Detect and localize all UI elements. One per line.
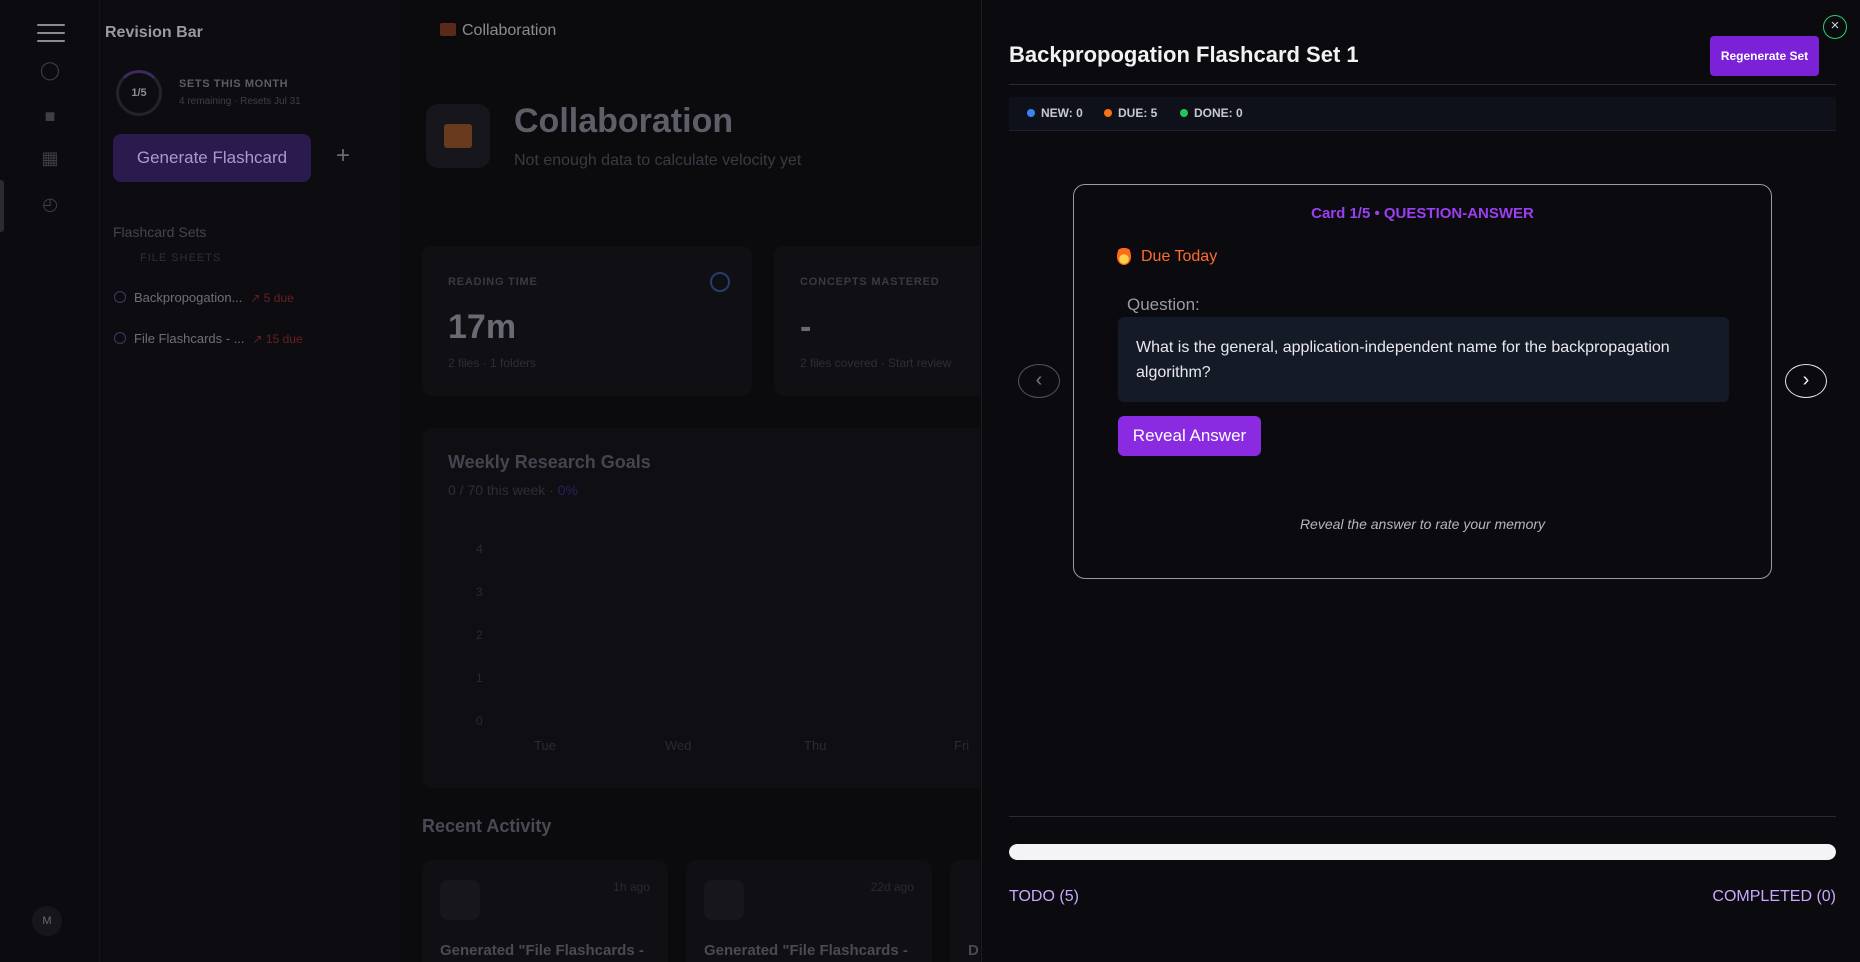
status-dot <box>1180 109 1188 117</box>
avatar[interactable]: M <box>32 906 62 936</box>
progress-bar <box>1009 844 1836 860</box>
activity-text: Generated "File Flashcards - <box>440 942 644 959</box>
reveal-hint: Reveal the answer to rate your memory <box>1299 516 1546 532</box>
document-icon <box>440 880 480 920</box>
stat-done: DONE: 0 <box>1180 106 1243 120</box>
recent-activity-heading: Recent Activity <box>422 816 552 836</box>
progress-fill <box>1009 844 1836 860</box>
activity-card[interactable]: 1h ago Generated "File Flashcards - <box>422 860 668 962</box>
goals-title: Weekly Research Goals <box>448 452 651 472</box>
activity-text: D <box>968 942 979 959</box>
sidebar-item-backpropogation[interactable]: Backpropogation... ↗ 5 due <box>114 290 294 305</box>
tab-todo[interactable]: TODO (5) <box>1009 888 1079 906</box>
due-badge: ↗ 15 due <box>252 332 303 346</box>
stat-new: NEW: 0 <box>1027 106 1083 120</box>
breadcrumb[interactable]: Collaboration <box>440 22 556 40</box>
x-tick: Fri <box>954 738 970 753</box>
stat-due-label: DUE: 5 <box>1118 106 1158 120</box>
stat-label: CONCEPTS MASTERED <box>800 276 940 288</box>
y-tick: 1 <box>476 671 483 685</box>
stat-value: 17m <box>448 308 517 346</box>
info-icon <box>114 291 126 303</box>
card-stats-bar: NEW: 0 DUE: 5 DONE: 0 <box>1009 97 1836 131</box>
usage-subtitle: 4 remaining · Resets Jul 31 <box>179 96 301 107</box>
x-tick: Thu <box>804 738 827 753</box>
y-tick: 4 <box>476 542 483 556</box>
question-label: Question: <box>1127 295 1200 314</box>
stat-value: - <box>800 308 812 346</box>
previous-card-button[interactable]: ‹ <box>1018 364 1060 398</box>
goals-subtitle: 0 / 70 this week · 0% <box>448 482 578 498</box>
trash-icon[interactable]: ▦ <box>38 146 62 170</box>
status-dot <box>1104 109 1112 117</box>
x-tick: Tue <box>534 738 556 753</box>
activity-time: 22d ago <box>870 880 914 894</box>
next-card-button[interactable]: › <box>1785 364 1827 398</box>
flashcard-sets-heading: Flashcard Sets <box>113 224 207 240</box>
rail-edge-handle[interactable] <box>0 180 4 232</box>
divider <box>1009 816 1836 817</box>
goals-progress-text: 0 / 70 this week · <box>448 482 558 498</box>
sidebar-item-label: File Flashcards - ... <box>134 331 245 346</box>
regenerate-set-button[interactable]: Regenerate Set <box>1710 36 1819 76</box>
usage-title: SETS THIS MONTH <box>179 78 289 90</box>
stat-card-concepts-mastered: CONCEPTS MASTERED - 2 files covered · St… <box>774 246 980 396</box>
history-icon[interactable]: ◴ <box>38 192 62 216</box>
clock-icon <box>710 272 730 292</box>
generate-flashcard-button[interactable]: Generate Flashcard <box>113 134 311 182</box>
divider <box>1009 84 1836 85</box>
hamburger-menu-icon[interactable] <box>37 24 65 44</box>
stat-subtitle: 2 files · 1 folders <box>448 356 537 370</box>
activity-time: 1h ago <box>613 880 650 894</box>
close-icon[interactable]: × <box>1823 15 1847 39</box>
weekly-goals-card: Weekly Research Goals 0 / 70 this week ·… <box>422 428 980 788</box>
page-title: Collaboration <box>514 102 734 140</box>
sidebar-item-label: Backpropogation... <box>134 290 243 305</box>
activity-text: Generated "File Flashcards - <box>704 942 908 959</box>
goals-percent: 0% <box>557 482 578 498</box>
brand-title: Revision Bar <box>105 24 203 41</box>
document-icon <box>704 880 744 920</box>
due-today-label: Due Today <box>1141 248 1218 265</box>
flashcard: Card 1/5 • QUESTION-ANSWER Due Today Que… <box>1073 184 1772 579</box>
stat-label: READING TIME <box>448 276 538 288</box>
briefcase-icon <box>440 23 456 36</box>
icon-rail: ◯ ■ ▦ ◴ M <box>0 0 100 962</box>
stat-subtitle: 2 files covered · Start review <box>800 356 952 370</box>
stat-new-label: NEW: 0 <box>1041 106 1083 120</box>
reveal-answer-button[interactable]: Reveal Answer <box>1118 416 1261 456</box>
y-tick: 0 <box>476 714 483 728</box>
add-icon[interactable]: + <box>336 142 350 170</box>
stat-done-label: DONE: 0 <box>1194 106 1243 120</box>
activity-card[interactable]: 22d ago Generated "File Flashcards - <box>686 860 932 962</box>
page-subtitle: Not enough data to calculate velocity ye… <box>514 152 802 169</box>
x-tick: Wed <box>665 738 692 753</box>
status-dot <box>1027 109 1035 117</box>
tab-completed[interactable]: COMPLETED (0) <box>1712 888 1836 906</box>
fire-icon <box>1117 245 1131 265</box>
y-tick: 3 <box>476 585 483 599</box>
app-root: ◯ ■ ▦ ◴ M Revision Bar 1/5 SETS THIS MON… <box>0 0 1860 962</box>
sidebar: Revision Bar 1/5 SETS THIS MONTH 4 remai… <box>100 0 400 962</box>
stat-due: DUE: 5 <box>1104 106 1157 120</box>
file-sheets-label: FILE SHEETS <box>140 252 222 264</box>
stat-card-reading-time: READING TIME 17m 2 files · 1 folders <box>422 246 752 396</box>
due-today-badge: Due Today <box>1117 245 1217 266</box>
sidebar-item-file-flashcards[interactable]: File Flashcards - ... ↗ 15 due <box>114 331 303 346</box>
due-badge: ↗ 5 due <box>250 291 294 305</box>
usage-ring: 1/5 <box>116 70 162 116</box>
card-header: Card 1/5 • QUESTION-ANSWER <box>1311 205 1534 222</box>
question-text: What is the general, application-indepen… <box>1118 317 1729 402</box>
breadcrumb-label: Collaboration <box>462 22 557 39</box>
y-tick: 2 <box>476 628 483 642</box>
activity-card[interactable]: D <box>950 860 980 962</box>
main-content: Collaboration Collaboration Not enough d… <box>400 0 980 962</box>
drawer-title: Backpropogation Flashcard Set 1 <box>1009 42 1359 67</box>
lock-icon[interactable]: ■ <box>38 104 62 128</box>
collab-icon[interactable]: ◯ <box>38 58 62 82</box>
briefcase-icon <box>426 104 490 168</box>
flashcard-drawer: Backpropogation Flashcard Set 1 Regenera… <box>981 0 1860 962</box>
info-icon <box>114 332 126 344</box>
